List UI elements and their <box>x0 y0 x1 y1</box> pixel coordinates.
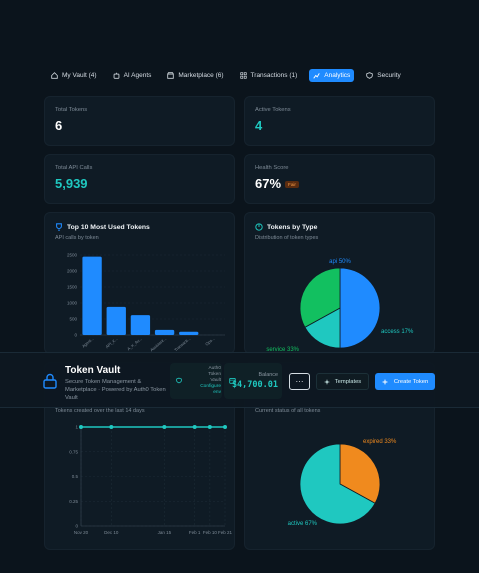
stat-value: 67% Fair <box>255 176 299 191</box>
app-subtitle: Secure Token Management & Marketplace · … <box>65 379 166 401</box>
x-tick-label: Nov 20 <box>74 530 89 535</box>
y-tick-label: 0.75 <box>69 449 78 454</box>
tokens-by-type-card: Tokens by Type Distribution of token typ… <box>244 212 435 354</box>
data-point <box>79 425 83 429</box>
y-tick-label: 2000 <box>67 269 78 274</box>
data-point <box>162 425 167 429</box>
stat-label: Active Tokens <box>255 107 291 113</box>
stat-card-health-score: Health Score 67% Fair <box>244 154 435 204</box>
bot-icon <box>113 72 119 79</box>
type-pie-chart: api 50%access 17%service 33% <box>266 259 414 353</box>
bar <box>130 315 151 335</box>
data-point <box>207 425 212 429</box>
lock-icon <box>43 373 57 389</box>
balance-display: Balance $4,700.01 <box>224 363 282 399</box>
nav-tabs: My Vault (4) AI Agents Marketplace (6) T… <box>47 69 405 82</box>
y-tick-label: 0.25 <box>69 499 78 504</box>
y-tick-label: 0 <box>75 524 78 529</box>
tab-marketplace[interactable]: Marketplace (6) <box>163 69 227 82</box>
x-tick-label: Jan 15 <box>158 530 172 535</box>
tab-ai-agents[interactable]: AI Agents <box>109 69 156 82</box>
templates-label: Templates <box>334 378 362 385</box>
create-token-label: Create Token <box>393 378 429 385</box>
more-icon: ··· <box>295 377 304 386</box>
stat-label: Total Tokens <box>55 107 88 113</box>
vault-header-banner: Token Vault Secure Token Management & Ma… <box>0 352 479 408</box>
more-options-button[interactable]: ··· <box>289 373 310 390</box>
x-tick-label: A_K_Au... <box>126 336 143 351</box>
slice-label: active 67% <box>288 521 318 527</box>
stat-card-active-tokens: Active Tokens 4 <box>244 96 435 146</box>
bar <box>82 256 102 335</box>
stat-card-total-tokens: Total Tokens 6 <box>44 96 235 146</box>
x-tick-label: Feb 10 <box>203 530 218 535</box>
data-point <box>109 425 114 429</box>
y-tick-label: 0.5 <box>72 474 79 479</box>
x-tick-label: Feb 21 <box>218 530 233 535</box>
stat-card-total-api-calls: Total API Calls 5,939 <box>44 154 235 204</box>
shield-icon <box>366 72 374 79</box>
tab-label: Security <box>377 72 401 79</box>
sparkle-icon <box>323 378 330 385</box>
create-token-button[interactable]: Create Token <box>375 373 435 390</box>
status-badge: Fair <box>285 181 299 189</box>
x-tick-label: API_K... <box>104 336 118 349</box>
tab-label: Analytics <box>324 72 351 79</box>
tab-my-vault[interactable]: My Vault (4) <box>47 69 101 82</box>
tab-analytics[interactable]: Analytics <box>309 69 355 82</box>
stat-label: Health Score <box>255 165 289 171</box>
tab-label: AI Agents <box>123 72 152 79</box>
y-tick-label: 500 <box>69 317 77 322</box>
shield-icon <box>176 377 182 384</box>
plus-icon <box>382 379 388 384</box>
y-tick-label: 0 <box>74 333 77 338</box>
slice-label: api 50% <box>329 259 351 265</box>
top-tokens-card: Top 10 Most Used Tokens API calls by tok… <box>44 212 235 354</box>
bar-chart: 0 500 1000 1500 2000 2500 Agent... API_K... A_K_… <box>67 253 225 352</box>
x-tick-label: Dec 10 <box>104 530 119 535</box>
data-point <box>223 425 227 429</box>
stat-label: Total API Calls <box>55 165 93 171</box>
y-tick-label: 1 <box>75 425 78 430</box>
data-point <box>192 425 197 429</box>
store-icon <box>167 72 175 79</box>
tab-security[interactable]: Security <box>362 69 404 82</box>
stat-value: 5,939 <box>55 176 88 191</box>
chart-icon <box>313 73 320 79</box>
auth0-status: Auth0 Token Vault Configure env <box>170 363 222 399</box>
tab-label: Marketplace (6) <box>178 72 224 79</box>
health-score-value: 67% <box>255 176 282 191</box>
x-tick-label: Assistant... <box>149 336 167 352</box>
x-tick-label: Agent... <box>81 336 95 349</box>
grid-icon <box>239 72 247 79</box>
templates-button[interactable]: Templates <box>316 373 369 390</box>
x-tick-label: Transacti... <box>173 336 191 352</box>
tab-transactions[interactable]: Transactions (1) <box>236 69 302 82</box>
slice-label: expired 33% <box>363 439 397 445</box>
x-tick-label: Feb 1 <box>189 530 201 535</box>
stat-value: 4 <box>255 118 263 133</box>
stat-value: 6 <box>55 118 63 133</box>
app-title: Token Vault <box>65 365 121 376</box>
slice-label: access 17% <box>381 329 414 335</box>
x-tick-label: Ops... <box>204 336 215 347</box>
balance-label: Balance <box>258 372 278 378</box>
auth0-text: Auth0 Token Vault Configure env <box>187 366 221 396</box>
tab-label: Transactions (1) <box>250 72 298 79</box>
y-tick-label: 1500 <box>67 285 78 290</box>
home-icon <box>51 72 58 79</box>
balance-value: $4,700.01 <box>231 380 278 390</box>
bar <box>106 306 126 335</box>
bar <box>154 329 175 335</box>
tab-label: My Vault (4) <box>62 72 97 79</box>
y-tick-label: 1000 <box>67 301 78 306</box>
pie-slice <box>339 267 381 349</box>
bar <box>179 331 199 335</box>
y-tick-label: 2500 <box>67 253 78 258</box>
auth0-line: env <box>213 390 221 395</box>
